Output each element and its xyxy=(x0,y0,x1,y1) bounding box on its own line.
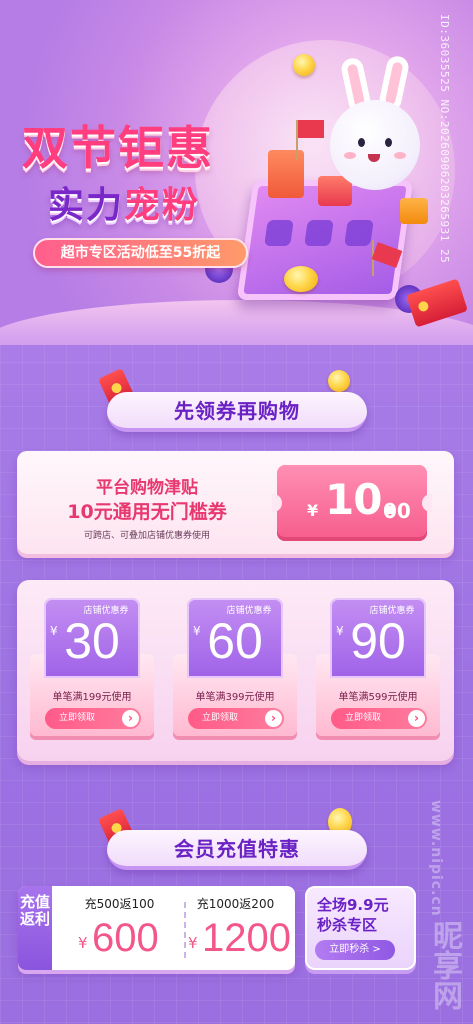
flash-sale-line1: 全场9.9元 xyxy=(317,896,389,914)
recharge-value: 600 xyxy=(92,916,159,960)
hero-title-line2-prefix: 实力 xyxy=(48,185,125,226)
bunny-mouth xyxy=(368,154,380,162)
ticket-amount-decimal: 00 xyxy=(383,499,411,523)
recharge-offer-1000[interactable]: 充1000返200 ¥ 1200 xyxy=(178,886,293,970)
bunny-blush xyxy=(344,152,356,159)
promo-banner[interactable]: 超市专区活动低至55折起 xyxy=(33,238,248,268)
ticket-notch xyxy=(422,494,432,512)
store-coupon-panel: 店铺优惠券 ¥ 30 单笔满199元使用 立即领取 › 店铺优惠券 ¥ 60 单… xyxy=(17,580,454,761)
recharge-condition: 充1000返200 xyxy=(196,897,275,911)
ticket-currency: ¥ xyxy=(307,501,319,520)
watermark-logo: 昵享网 xyxy=(427,920,462,1010)
recharge-value: 1200 xyxy=(202,916,291,960)
claim-button-label: 立即领取 xyxy=(59,713,96,723)
recharge-tag: 充值返利 xyxy=(18,886,52,970)
gold-coin-icon xyxy=(293,54,315,76)
claim-button-label: 立即领取 xyxy=(345,713,382,723)
flash-sale-button[interactable]: 立即秒杀 > xyxy=(315,940,395,960)
bunny-head xyxy=(330,100,420,190)
platform-coupon-ticket[interactable]: ¥ 10. 00 xyxy=(272,465,432,541)
claim-coupon-button[interactable]: 立即领取 › xyxy=(188,708,284,729)
member-section-title: 会员充值特惠 xyxy=(107,830,367,870)
coupon-value: 60 xyxy=(207,613,263,669)
chevron-right-icon: › xyxy=(408,710,425,727)
hero-banner: 双节钜惠 实力宠粉 超市专区活动低至55折起 xyxy=(0,0,473,345)
bunny-eye xyxy=(358,138,365,147)
coupon-value: 90 xyxy=(350,613,406,669)
image-id-text: ID:36035525 NO:20260906203265931 25 xyxy=(438,14,451,264)
coupon-condition: 单笔满199元使用 xyxy=(52,692,132,703)
bunny-blush xyxy=(394,152,406,159)
recharge-currency: ¥ xyxy=(188,934,198,952)
coupon-face: 店铺优惠券 ¥ 60 xyxy=(187,598,283,678)
hero-title-line2: 实力宠粉 xyxy=(48,176,200,228)
chevron-right-icon: › xyxy=(265,710,282,727)
recharge-condition: 充500返100 xyxy=(84,897,155,911)
platform-coupon-note: 可跨店、可叠加店铺优惠券使用 xyxy=(83,531,210,541)
coupon-face: 店铺优惠券 ¥ 90 xyxy=(330,598,426,678)
claim-coupon-button[interactable]: 立即领取 › xyxy=(45,708,141,729)
coupon-section-title: 先领券再购物 xyxy=(107,392,367,432)
chevron-right-icon: › xyxy=(122,710,139,727)
flash-sale-card[interactable]: 全场9.9元 秒杀专区 立即秒杀 > xyxy=(305,886,416,970)
platform-coupon-card[interactable]: 平台购物津贴 10元通用无门槛券 可跨店、可叠加店铺优惠券使用 ¥ 10. 00 xyxy=(17,451,454,554)
hero-title-line1: 双节钜惠 xyxy=(22,121,214,175)
claim-coupon-button[interactable]: 立即领取 › xyxy=(331,708,427,729)
store-coupon-30[interactable]: 店铺优惠券 ¥ 30 单笔满199元使用 立即领取 › xyxy=(30,598,154,746)
shopping-bag-icon xyxy=(400,198,428,224)
recharge-card[interactable]: 充值返利 充500返100 ¥ 600 充1000返200 ¥ 1200 xyxy=(18,886,295,970)
ticket-notch xyxy=(272,494,282,512)
gold-coin-icon xyxy=(328,370,350,392)
watermark-site: www.nipic.cn xyxy=(428,800,444,917)
coupon-condition: 单笔满599元使用 xyxy=(338,692,418,703)
coupon-condition: 单笔满399元使用 xyxy=(195,692,275,703)
promo-page: 双节钜惠 实力宠粉 超市专区活动低至55折起 ID:36035525 NO:20… xyxy=(0,0,473,1024)
cart-hole xyxy=(304,220,334,246)
gold-coin-icon xyxy=(284,266,318,292)
flash-sale-line2: 秒杀专区 xyxy=(317,916,378,934)
bunny-eye xyxy=(385,138,392,147)
recharge-currency: ¥ xyxy=(78,934,88,952)
coupon-face: 店铺优惠券 ¥ 30 xyxy=(44,598,140,678)
coupon-value: 30 xyxy=(64,613,120,669)
cart-hole xyxy=(264,220,294,246)
store-coupon-90[interactable]: 店铺优惠券 ¥ 90 单笔满599元使用 立即领取 › xyxy=(316,598,440,746)
recharge-offer-500[interactable]: 充500返100 ¥ 600 xyxy=(62,886,177,970)
claim-button-label: 立即领取 xyxy=(202,713,239,723)
platform-coupon-subtitle: 10元通用无门槛券 xyxy=(67,501,227,523)
hero-title-line2-accent: 宠粉 xyxy=(124,185,201,226)
cart-hole xyxy=(344,220,374,246)
shopping-bag-icon xyxy=(268,150,304,198)
platform-coupon-title: 平台购物津贴 xyxy=(96,478,198,498)
flag-icon xyxy=(298,120,324,138)
store-coupon-60[interactable]: 店铺优惠券 ¥ 60 单笔满399元使用 立即领取 › xyxy=(173,598,297,746)
